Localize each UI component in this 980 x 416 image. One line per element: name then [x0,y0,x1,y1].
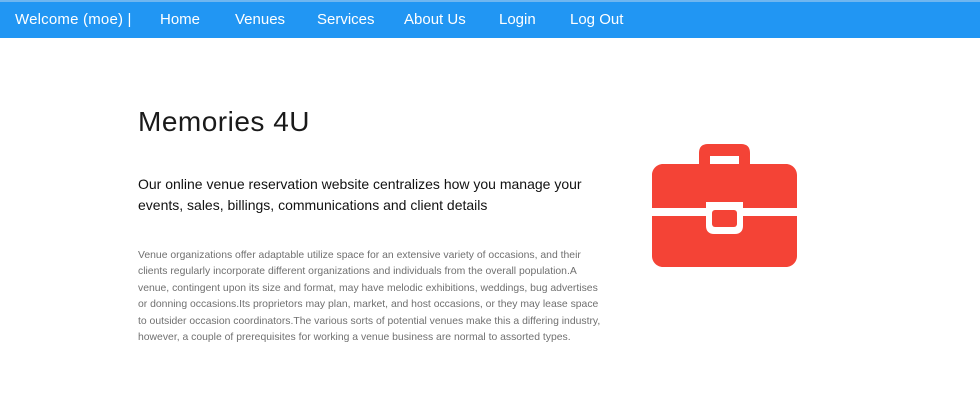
nav-home-link[interactable]: Home [160,11,200,28]
nav-about-us-link[interactable]: About Us [404,11,466,28]
nav-venues-link[interactable]: Venues [235,11,285,28]
nav-login-link[interactable]: Login [499,11,536,28]
welcome-text: Welcome (moe) | [15,11,132,28]
briefcase-icon [652,144,797,267]
hero-description: Venue organizations offer adaptable util… [138,250,601,344]
top-navbar: Welcome (moe) | Home Venues Services Abo… [0,0,980,38]
page-title: Memories 4U [138,106,310,137]
hero-subtitle: Our online venue reservation website cen… [138,176,582,213]
nav-logout-link[interactable]: Log Out [570,11,623,28]
nav-services-link[interactable]: Services [317,11,375,28]
